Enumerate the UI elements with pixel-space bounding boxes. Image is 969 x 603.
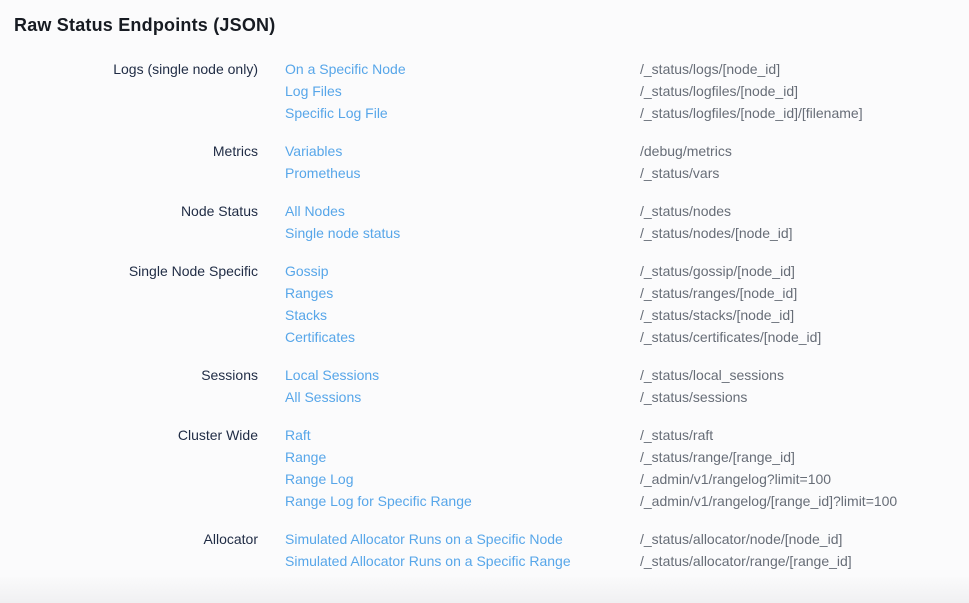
endpoint-row: Local Sessions /_status/local_sessions (285, 364, 969, 386)
endpoint-link[interactable]: Simulated Allocator Runs on a Specific N… (285, 528, 640, 550)
endpoint-link[interactable]: Stacks (285, 304, 640, 326)
endpoint-link[interactable]: Prometheus (285, 162, 640, 184)
endpoint-row: Prometheus /_status/vars (285, 162, 969, 184)
endpoint-row: Ranges /_status/ranges/[node_id] (285, 282, 969, 304)
category-label: Metrics (0, 140, 258, 184)
category-label: Sessions (0, 364, 258, 408)
endpoint-row: Simulated Allocator Runs on a Specific N… (285, 528, 969, 550)
endpoint-entries: Variables /debug/metrics Prometheus /_st… (285, 140, 969, 184)
endpoint-row: Simulated Allocator Runs on a Specific R… (285, 550, 969, 572)
endpoint-link[interactable]: On a Specific Node (285, 58, 640, 80)
endpoint-row: All Nodes /_status/nodes (285, 200, 969, 222)
endpoint-row: Gossip /_status/gossip/[node_id] (285, 260, 969, 282)
endpoint-group: Single Node Specific Gossip /_status/gos… (0, 260, 969, 348)
endpoint-url: /_status/logfiles/[node_id]/[filename] (640, 102, 969, 124)
endpoint-row: On a Specific Node /_status/logs/[node_i… (285, 58, 969, 80)
endpoint-url: /_admin/v1/rangelog/[range_id]?limit=100 (640, 490, 969, 512)
endpoint-group: Logs (single node only) On a Specific No… (0, 58, 969, 124)
endpoint-url: /debug/metrics (640, 140, 969, 162)
endpoint-group: Cluster Wide Raft /_status/raft Range /_… (0, 424, 969, 512)
endpoint-group: Node Status All Nodes /_status/nodes Sin… (0, 200, 969, 244)
endpoint-group: Sessions Local Sessions /_status/local_s… (0, 364, 969, 408)
endpoint-link[interactable]: Simulated Allocator Runs on a Specific R… (285, 550, 640, 572)
endpoint-link[interactable]: Range Log (285, 468, 640, 490)
endpoint-url: /_status/gossip/[node_id] (640, 260, 969, 282)
endpoint-row: Single node status /_status/nodes/[node_… (285, 222, 969, 244)
endpoint-url: /_status/logs/[node_id] (640, 58, 969, 80)
endpoint-entries: On a Specific Node /_status/logs/[node_i… (285, 58, 969, 124)
endpoint-row: Range Log for Specific Range /_admin/v1/… (285, 490, 969, 512)
endpoint-link[interactable]: All Sessions (285, 386, 640, 408)
endpoint-link[interactable]: Variables (285, 140, 640, 162)
page-title: Raw Status Endpoints (JSON) (0, 0, 969, 37)
endpoint-group: Metrics Variables /debug/metrics Prometh… (0, 140, 969, 184)
endpoint-row: Range /_status/range/[range_id] (285, 446, 969, 468)
endpoint-url: /_status/stacks/[node_id] (640, 304, 969, 326)
endpoint-link[interactable]: Range Log for Specific Range (285, 490, 640, 512)
endpoint-url: /_status/sessions (640, 386, 969, 408)
endpoint-row: Log Files /_status/logfiles/[node_id] (285, 80, 969, 102)
page-bottom-strip (0, 577, 969, 603)
endpoint-url: /_status/nodes/[node_id] (640, 222, 969, 244)
endpoint-url: /_status/ranges/[node_id] (640, 282, 969, 304)
raw-status-endpoints-page: Raw Status Endpoints (JSON) Logs (single… (0, 0, 969, 572)
category-label: Allocator (0, 528, 258, 572)
endpoint-row: Certificates /_status/certificates/[node… (285, 326, 969, 348)
endpoint-url: /_status/logfiles/[node_id] (640, 80, 969, 102)
endpoint-entries: Simulated Allocator Runs on a Specific N… (285, 528, 969, 572)
endpoint-groups: Logs (single node only) On a Specific No… (0, 58, 969, 572)
endpoint-entries: Raft /_status/raft Range /_status/range/… (285, 424, 969, 512)
endpoint-entries: Local Sessions /_status/local_sessions A… (285, 364, 969, 408)
endpoint-link[interactable]: Single node status (285, 222, 640, 244)
endpoint-url: /_status/raft (640, 424, 969, 446)
endpoint-link[interactable]: Ranges (285, 282, 640, 304)
endpoint-group: Allocator Simulated Allocator Runs on a … (0, 528, 969, 572)
endpoint-row: Specific Log File /_status/logfiles/[nod… (285, 102, 969, 124)
endpoint-url: /_status/vars (640, 162, 969, 184)
category-label: Cluster Wide (0, 424, 258, 512)
endpoint-link[interactable]: Local Sessions (285, 364, 640, 386)
endpoint-entries: Gossip /_status/gossip/[node_id] Ranges … (285, 260, 969, 348)
endpoint-link[interactable]: Raft (285, 424, 640, 446)
category-label: Logs (single node only) (0, 58, 258, 124)
endpoint-link[interactable]: Log Files (285, 80, 640, 102)
endpoint-link[interactable]: Specific Log File (285, 102, 640, 124)
endpoint-row: All Sessions /_status/sessions (285, 386, 969, 408)
endpoint-url: /_status/allocator/range/[range_id] (640, 550, 969, 572)
endpoint-url: /_status/local_sessions (640, 364, 969, 386)
endpoint-row: Raft /_status/raft (285, 424, 969, 446)
endpoint-row: Variables /debug/metrics (285, 140, 969, 162)
endpoint-entries: All Nodes /_status/nodes Single node sta… (285, 200, 969, 244)
endpoint-link[interactable]: Gossip (285, 260, 640, 282)
endpoint-row: Range Log /_admin/v1/rangelog?limit=100 (285, 468, 969, 490)
endpoint-url: /_status/allocator/node/[node_id] (640, 528, 969, 550)
endpoint-url: /_status/nodes (640, 200, 969, 222)
endpoint-link[interactable]: Certificates (285, 326, 640, 348)
endpoint-url: /_status/certificates/[node_id] (640, 326, 969, 348)
endpoint-row: Stacks /_status/stacks/[node_id] (285, 304, 969, 326)
endpoint-link[interactable]: Range (285, 446, 640, 468)
category-label: Single Node Specific (0, 260, 258, 348)
endpoint-url: /_admin/v1/rangelog?limit=100 (640, 468, 969, 490)
category-label: Node Status (0, 200, 258, 244)
endpoint-link[interactable]: All Nodes (285, 200, 640, 222)
endpoint-url: /_status/range/[range_id] (640, 446, 969, 468)
